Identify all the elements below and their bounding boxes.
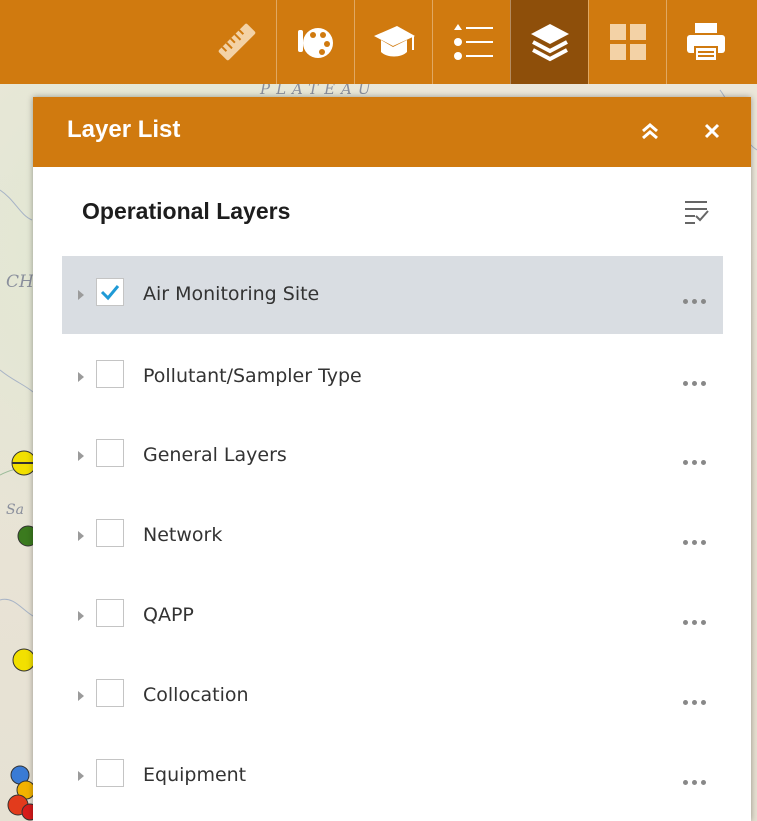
layer-label: General Layers: [143, 444, 287, 466]
layer-checkbox[interactable]: [96, 439, 124, 467]
expand-arrow-icon[interactable]: [78, 691, 84, 701]
section-title: Operational Layers: [82, 198, 291, 224]
layer-list-button[interactable]: [510, 0, 588, 84]
close-button[interactable]: [700, 119, 724, 143]
layer-row-air-monitoring-site[interactable]: Air Monitoring Site: [62, 256, 723, 334]
close-icon: [704, 123, 720, 139]
map-label-sa: Sa: [6, 502, 24, 518]
measure-button[interactable]: [198, 0, 276, 84]
graduation-cap-icon: [373, 26, 415, 57]
layer-row-network[interactable]: Network: [62, 497, 723, 575]
palette-icon: [297, 28, 333, 58]
layer-row-collocation[interactable]: Collocation: [62, 657, 723, 735]
checkmark-icon: [100, 285, 120, 301]
panel-title: Layer List: [67, 116, 181, 143]
more-options-icon[interactable]: [683, 700, 706, 705]
layer-row-general-layers[interactable]: General Layers: [62, 417, 723, 495]
basemap-gallery-button[interactable]: [588, 0, 666, 84]
ruler-icon: [218, 23, 256, 61]
widget-toolbar: [0, 0, 757, 84]
printer-icon: [686, 23, 725, 62]
panel-header: Layer List: [33, 97, 751, 167]
more-options-icon[interactable]: [683, 381, 706, 386]
expand-arrow-icon[interactable]: [78, 451, 84, 461]
layer-checkbox[interactable]: [96, 679, 124, 707]
grid-icon: [609, 24, 646, 60]
layer-label: Equipment: [143, 764, 247, 786]
layer-label: Collocation: [143, 684, 249, 706]
layer-checkbox[interactable]: [96, 599, 124, 627]
more-options-icon[interactable]: [683, 299, 706, 304]
basemap-style-button[interactable]: [276, 0, 354, 84]
list-icon: [453, 24, 493, 60]
expand-arrow-icon[interactable]: [78, 372, 84, 382]
layer-checkbox[interactable]: [96, 360, 124, 388]
layer-label: Network: [143, 524, 223, 546]
map-label-ch: CH: [6, 272, 34, 292]
layer-label: QAPP: [143, 604, 194, 626]
about-button[interactable]: [354, 0, 432, 84]
layer-label: Pollutant/Sampler Type: [143, 365, 362, 387]
layer-checkbox[interactable]: [96, 759, 124, 787]
layer-checkbox[interactable]: [96, 519, 124, 547]
more-options-icon[interactable]: [683, 780, 706, 785]
expand-arrow-icon[interactable]: [78, 771, 84, 781]
layer-row-pollutant-sampler-type[interactable]: Pollutant/Sampler Type: [62, 338, 723, 416]
expand-arrow-icon[interactable]: [78, 611, 84, 621]
layer-label: Air Monitoring Site: [143, 283, 320, 305]
layer-checkbox[interactable]: [96, 278, 124, 306]
print-button[interactable]: [666, 0, 744, 84]
more-options-icon[interactable]: [683, 460, 706, 465]
expand-arrow-icon[interactable]: [78, 290, 84, 300]
layer-row-equipment[interactable]: Equipment: [62, 737, 723, 815]
filter-list-icon: [685, 201, 709, 224]
layers-icon: [530, 24, 569, 62]
collapse-button[interactable]: [638, 119, 662, 143]
more-options-icon[interactable]: [683, 540, 706, 545]
expand-arrow-icon[interactable]: [78, 531, 84, 541]
more-options-icon[interactable]: [683, 620, 706, 625]
layer-options-button[interactable]: [683, 197, 711, 225]
layer-row-qapp[interactable]: QAPP: [62, 577, 723, 655]
layer-list-panel: Layer List Operational Layers Air Monito…: [33, 97, 751, 821]
legend-button[interactable]: [432, 0, 510, 84]
double-chevron-up-icon: [642, 123, 658, 140]
